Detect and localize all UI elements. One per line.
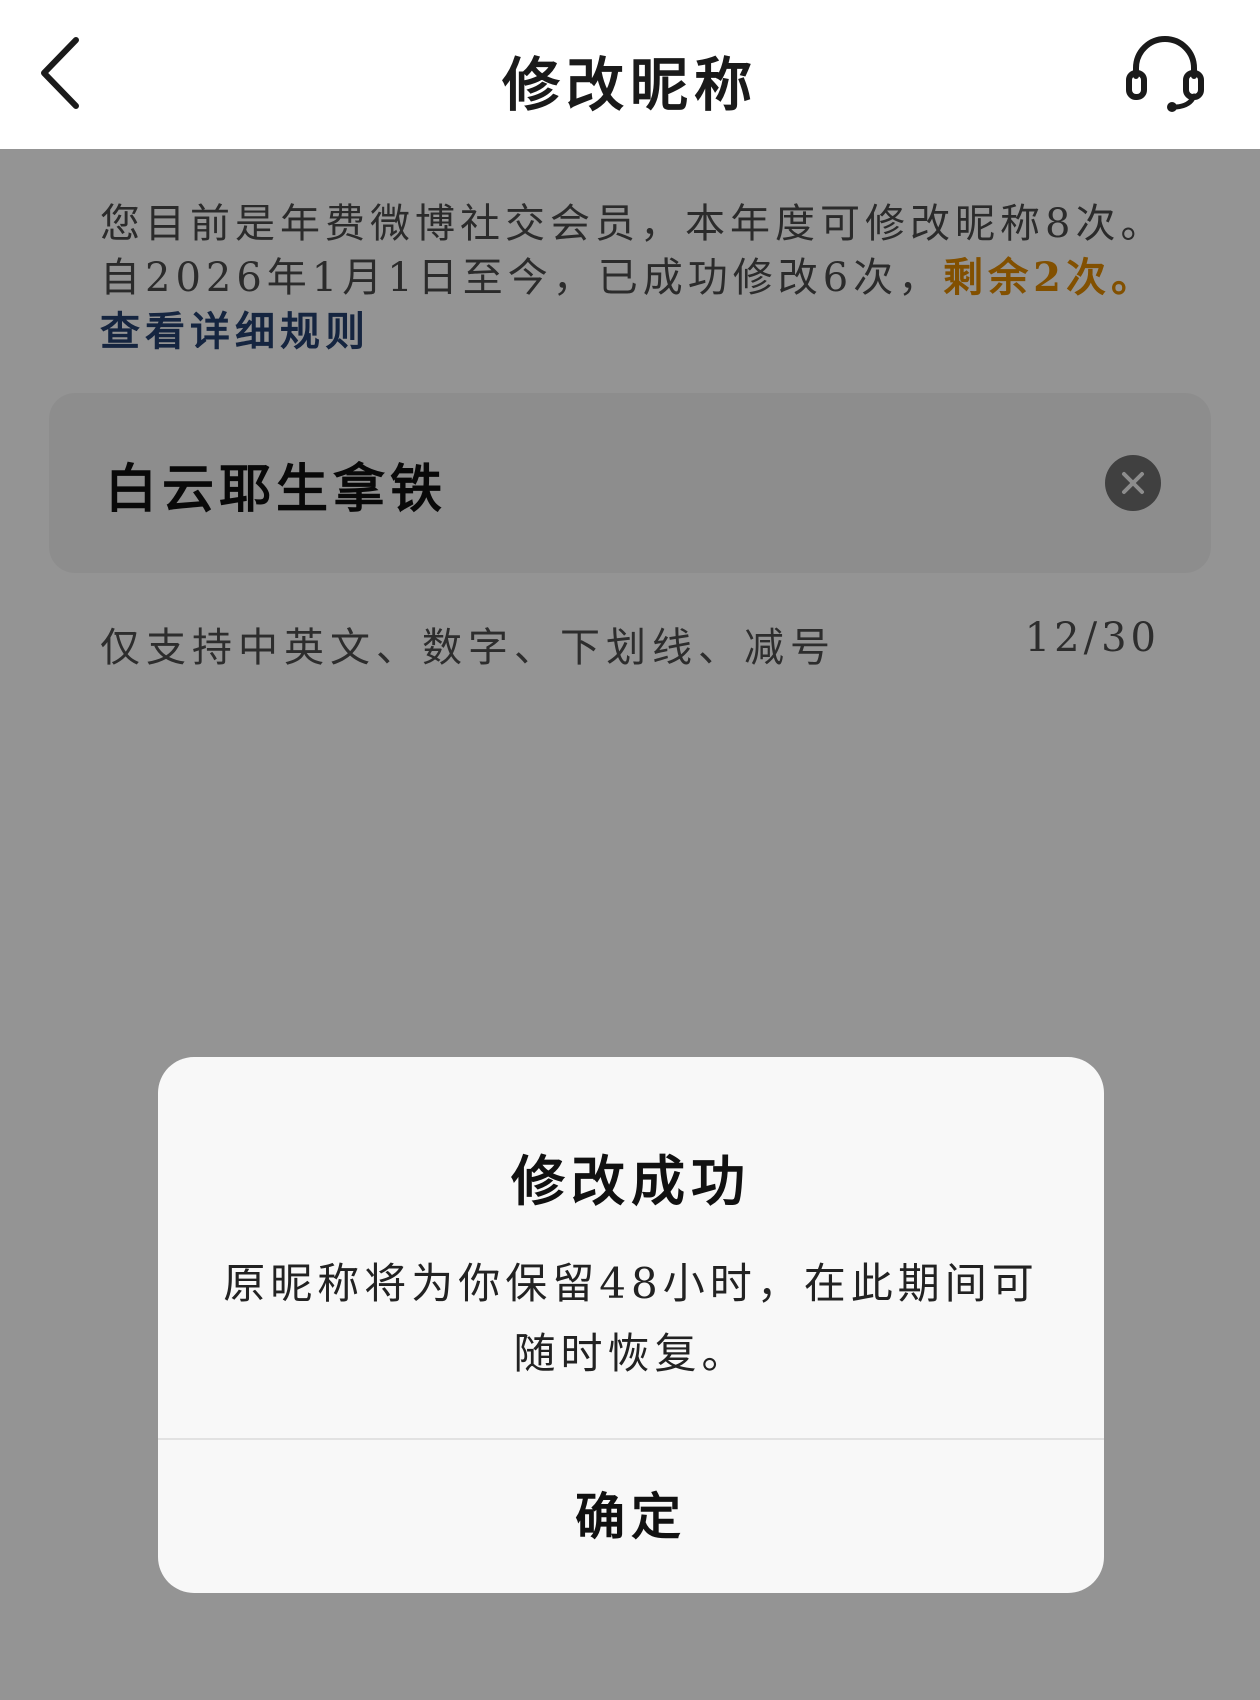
confirm-button[interactable]: 确定 bbox=[158, 1440, 1104, 1593]
top-nav-bar: 修改昵称 bbox=[0, 0, 1260, 149]
customer-service-button[interactable] bbox=[1120, 26, 1210, 116]
headset-icon bbox=[1126, 36, 1204, 112]
dialog-title: 修改成功 bbox=[511, 1149, 751, 1213]
success-dialog: 修改成功 原昵称将为你保留48小时，在此期间可随时恢复。 确定 bbox=[158, 1057, 1104, 1593]
page-title: 修改昵称 bbox=[501, 51, 758, 119]
dialog-message: 原昵称将为你保留48小时，在此期间可随时恢复。 bbox=[223, 1259, 1039, 1378]
